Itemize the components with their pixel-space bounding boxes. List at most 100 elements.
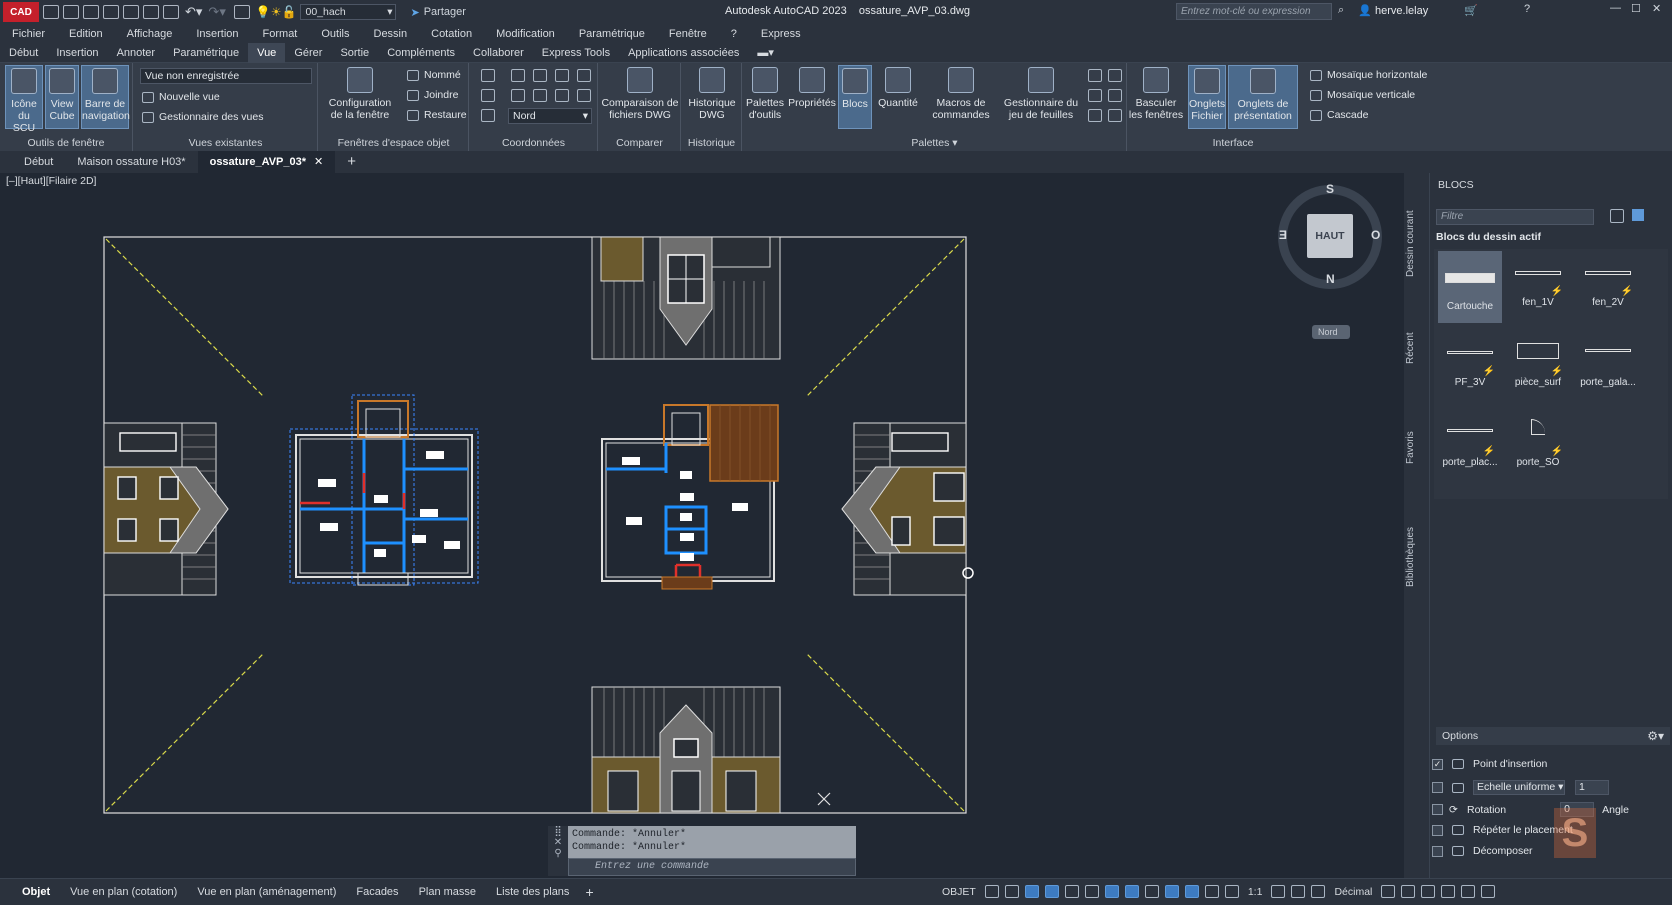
layer-combo[interactable]: 00_hach ▾ [300, 4, 397, 20]
option-insert-point[interactable]: ✓ Point d'insertion [1432, 758, 1547, 770]
ribbon-tab-5[interactable]: Gérer [285, 43, 331, 63]
menu-item-1[interactable]: Edition [57, 28, 115, 40]
ribbon-tab-0[interactable]: Début [0, 43, 47, 63]
named-view-combo[interactable]: Vue non enregistrée [140, 68, 312, 84]
save-icon[interactable] [83, 5, 99, 19]
layout-tab-1[interactable]: Vue en plan (cotation) [60, 886, 187, 898]
switch-windows-button[interactable]: Basculer les fenêtres [1128, 65, 1184, 121]
ucs-object-icon[interactable] [533, 89, 547, 102]
scale-value-field[interactable]: 1 [1575, 780, 1609, 795]
ribbon-tab-8[interactable]: Collaborer [464, 43, 533, 63]
sheetset-button[interactable]: Gestionnaire du jeu de feuilles [1001, 65, 1081, 121]
menu-item-0[interactable]: Fichier [0, 28, 57, 40]
palette-small-icon-4[interactable] [1108, 89, 1122, 102]
ucs-3point-icon[interactable] [577, 89, 591, 102]
uniform-scale-combo[interactable]: Echelle uniforme ▾ [1473, 780, 1565, 795]
units-value[interactable]: Décimal [1334, 886, 1372, 898]
annotation-autoscale-icon[interactable] [1224, 885, 1239, 898]
lock-ui-icon[interactable] [1401, 885, 1416, 898]
menu-item-9[interactable]: Paramétrique [567, 28, 657, 40]
ucs-world-icon[interactable] [481, 69, 495, 82]
option-repeat[interactable]: Répéter le placement [1432, 824, 1573, 836]
view-cube-button[interactable]: View Cube [45, 65, 79, 129]
menu-item-7[interactable]: Cotation [419, 28, 484, 40]
autocad-logo[interactable]: CAD [3, 2, 39, 22]
menu-item-2[interactable]: Affichage [115, 28, 185, 40]
object-snap-icon[interactable] [1104, 885, 1119, 898]
layout-tab-5[interactable]: Liste des plans [486, 886, 579, 898]
grid-icon[interactable] [984, 885, 999, 898]
search-icon[interactable]: ⌕ [1338, 4, 1344, 17]
command-handle-icon[interactable]: ⣿ ✕ ⚲ [548, 826, 568, 876]
dwg-compare-button[interactable]: Comparaison de fichiers DWG [601, 65, 679, 121]
cascade-button[interactable]: Cascade [1310, 109, 1368, 121]
user-name[interactable]: herve.lelay [1375, 5, 1428, 17]
ribbon-tab-4[interactable]: Vue [248, 42, 286, 63]
restore-viewport-button[interactable]: Restaure [407, 109, 467, 121]
quick-properties-icon[interactable] [1311, 885, 1326, 898]
block-item[interactable]: ⚡ PF_3V [1438, 331, 1502, 403]
viewcube-south-label[interactable]: S [1326, 182, 1334, 196]
ribbon-tab-2[interactable]: Annoter [108, 43, 165, 63]
isolate-objects-icon[interactable] [1421, 885, 1436, 898]
object-snap-tracking-icon[interactable] [1084, 885, 1099, 898]
annotation-visibility-icon[interactable] [1124, 885, 1139, 898]
menu-item-3[interactable]: Insertion [184, 28, 250, 40]
viewport-config-button[interactable]: Configuration de la fenêtre [323, 65, 397, 121]
menu-item-4[interactable]: Format [251, 28, 310, 40]
import-blocks-icon[interactable] [1610, 209, 1624, 223]
menu-item-11[interactable]: ? [719, 28, 749, 40]
checkbox[interactable] [1432, 845, 1443, 857]
gear-icon[interactable] [1271, 885, 1286, 898]
palette-title[interactable]: BLOCS [1438, 179, 1474, 191]
document-tab-1[interactable]: Maison ossature H03* [65, 151, 197, 173]
command-macros-button[interactable]: Macros de commandes [923, 65, 999, 121]
tab-dessin-courant[interactable]: Dessin courant [1405, 209, 1425, 279]
block-item[interactable]: ⚡ fen_2V [1576, 251, 1640, 323]
menu-item-12[interactable]: Express [749, 28, 813, 40]
ortho-icon[interactable] [1024, 885, 1039, 898]
clean-screen-icon[interactable] [1461, 885, 1476, 898]
panel-title-palettes[interactable]: Palettes ▾ [743, 137, 1126, 149]
tab-recent[interactable]: Récent [1405, 323, 1425, 373]
ribbon-tab-10[interactable]: Applications associées [619, 43, 748, 63]
ucs-combo[interactable]: Nord ▾ [508, 108, 592, 124]
ucs-y-icon[interactable] [555, 69, 569, 82]
panel-title-outils[interactable]: Outils de fenêtre [0, 137, 132, 149]
palette-small-icon-6[interactable] [1108, 109, 1122, 122]
close-tab-icon[interactable]: ✕ [314, 156, 323, 168]
tab-favoris[interactable]: Favoris [1405, 423, 1425, 473]
user-icon[interactable]: 👤 [1358, 4, 1372, 17]
checkbox[interactable] [1432, 824, 1443, 836]
annotation-scale-value[interactable]: 1:1 [1248, 886, 1263, 898]
ucs-previous-icon[interactable] [481, 89, 495, 102]
palette-small-icon-3[interactable] [1088, 89, 1102, 102]
plus-icon[interactable] [1291, 885, 1306, 898]
palette-small-icon-1[interactable] [1088, 69, 1102, 82]
view-manager-button[interactable]: Gestionnaire des vues [142, 111, 263, 123]
save-web-icon[interactable] [143, 5, 159, 19]
new-file-icon[interactable] [43, 5, 59, 19]
nav-bar-button[interactable]: Barre de navigation [81, 65, 130, 129]
quick-properties-2-icon[interactable] [1381, 885, 1396, 898]
ucs-origin-icon[interactable] [511, 69, 525, 82]
document-tab-0[interactable]: Début [12, 151, 65, 173]
blocks-button[interactable]: Blocs [838, 65, 872, 129]
plot-icon[interactable] [163, 5, 179, 19]
command-input[interactable]: Entrez une commande [568, 858, 856, 876]
model-space-toggle[interactable]: OBJET [942, 886, 976, 898]
drawing-canvas[interactable]: [–][Haut][Filaire 2D] HAUT S N E O Nord … [0, 173, 1402, 878]
dwg-history-button[interactable]: Historique DWG [686, 65, 738, 121]
palette-small-icon-5[interactable] [1088, 109, 1102, 122]
ucs-x-icon[interactable] [533, 69, 547, 82]
selection-cycling-icon[interactable] [1184, 885, 1199, 898]
match-properties-icon[interactable] [233, 5, 250, 19]
lineweight-icon[interactable] [1144, 885, 1159, 898]
tile-horizontal-button[interactable]: Mosaïque horizontale [1310, 69, 1427, 81]
viewcube-north-label[interactable]: N [1326, 272, 1335, 286]
isodraft-icon[interactable] [1064, 885, 1079, 898]
checkbox-checked[interactable]: ✓ [1432, 758, 1443, 770]
block-item[interactable]: ⚡ porte_plac... [1438, 411, 1502, 483]
ucs-icon-button[interactable]: Icône du SCU [5, 65, 43, 134]
document-tab-2[interactable]: ossature_AVP_03* ✕ [197, 151, 336, 173]
